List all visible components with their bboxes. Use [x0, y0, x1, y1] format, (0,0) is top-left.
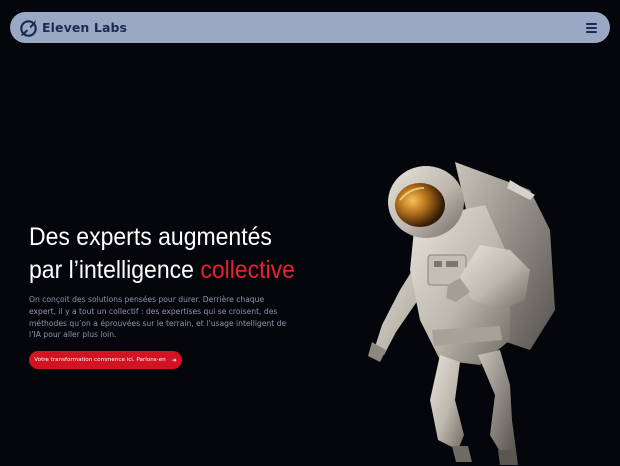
- hamburger-icon: [586, 22, 597, 25]
- cta-label: Votre transformation commence ici. Parlo…: [34, 357, 166, 363]
- astronaut-illustration: [368, 162, 555, 465]
- brand-link[interactable]: Eleven Labs: [19, 18, 127, 38]
- hero-title-line2: par l’intelligence: [29, 256, 201, 284]
- hero-title-accent: collective: [200, 256, 295, 284]
- hamburger-icon: [586, 30, 597, 33]
- brand-name: Eleven Labs: [42, 20, 128, 35]
- navbar: Eleven Labs: [10, 12, 610, 43]
- hero-title: Des experts augmentés par l’intelligence…: [29, 221, 295, 287]
- hero-description: On conçoit des solutions pensées pour du…: [29, 295, 287, 340]
- page: Eleven Labs Des experts augmentés par l’…: [0, 0, 620, 466]
- arrow-right-icon: ➔: [171, 356, 177, 364]
- hamburger-icon: [586, 26, 597, 29]
- cta-button[interactable]: Votre transformation commence ici. Parlo…: [29, 351, 182, 369]
- menu-button[interactable]: [586, 21, 600, 35]
- hero-title-line1: Des experts augmentés: [29, 223, 272, 251]
- rocket-planet-logo-icon: [20, 19, 37, 37]
